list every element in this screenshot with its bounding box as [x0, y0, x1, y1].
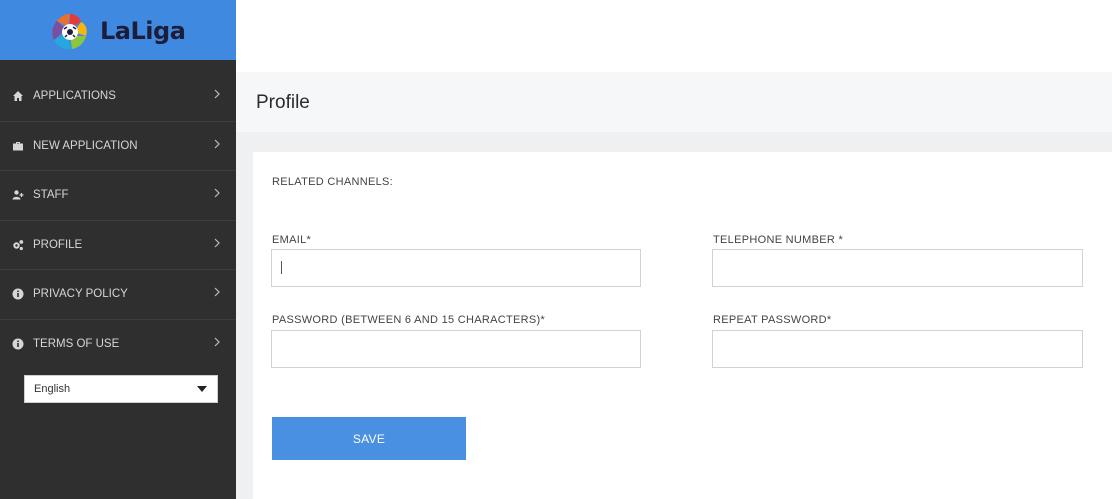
repeat-password-field[interactable]	[712, 330, 1083, 368]
password-label: PASSWORD (BETWEEN 6 AND 15 CHARACTERS)*	[272, 314, 546, 326]
sidebar-item-label: NEW APPLICATION	[33, 139, 138, 152]
content-background	[236, 152, 253, 499]
home-icon	[12, 90, 24, 102]
sidebar-item-profile[interactable]: PROFILE	[0, 221, 236, 270]
sidebar-item-terms-of-use[interactable]: TERMS OF USE	[0, 320, 236, 369]
repeat-password-label: REPEAT PASSWORD*	[713, 314, 832, 326]
save-button[interactable]: SAVE	[272, 417, 466, 460]
sidebar-item-label: PRIVACY POLICY	[33, 288, 128, 301]
telephone-label: TELEPHONE NUMBER *	[713, 234, 844, 246]
sidebar-item-privacy-policy[interactable]: PRIVACY POLICY	[0, 270, 236, 319]
language-selected-value: English	[34, 383, 71, 395]
sidebar-item-label: PROFILE	[33, 238, 83, 251]
telephone-field[interactable]	[712, 249, 1083, 287]
sidebar: LaLiga APPLICATIONS NEW APPLICATION STAF…	[0, 0, 236, 499]
content-background	[236, 132, 1112, 152]
email-label: EMAIL*	[272, 234, 312, 246]
chevron-right-icon	[213, 139, 221, 149]
chevron-right-icon	[213, 188, 221, 198]
chevron-right-icon	[213, 287, 221, 297]
language-select[interactable]: English	[24, 375, 218, 403]
caret-down-icon	[197, 386, 207, 392]
user-add-icon	[12, 189, 24, 201]
page-title: Profile	[256, 92, 310, 113]
chevron-right-icon	[213, 337, 221, 347]
sidebar-item-label: STAFF	[33, 189, 69, 202]
password-field[interactable]	[271, 330, 641, 368]
laliga-logo-icon	[52, 14, 87, 50]
logo-bar: LaLiga	[0, 0, 236, 60]
email-field[interactable]	[271, 249, 641, 287]
text-cursor	[281, 261, 282, 274]
sidebar-item-label: TERMS OF USE	[33, 337, 120, 350]
brand-name: LaLiga	[100, 17, 186, 45]
page-header: Profile	[236, 72, 1112, 132]
info-circle-icon	[12, 338, 24, 350]
sidebar-nav: APPLICATIONS NEW APPLICATION STAFF PROFI…	[0, 72, 236, 368]
chevron-right-icon	[213, 238, 221, 248]
sidebar-item-label: APPLICATIONS	[33, 90, 116, 103]
section-label-related-channels: RELATED CHANNELS:	[272, 176, 394, 188]
gears-icon	[12, 239, 24, 251]
briefcase-icon	[12, 140, 24, 152]
sidebar-item-staff[interactable]: STAFF	[0, 171, 236, 220]
sidebar-item-new-application[interactable]: NEW APPLICATION	[0, 122, 236, 171]
info-circle-icon	[12, 288, 24, 300]
top-bar	[236, 0, 1112, 72]
chevron-right-icon	[213, 89, 221, 99]
sidebar-item-applications[interactable]: APPLICATIONS	[0, 72, 236, 121]
